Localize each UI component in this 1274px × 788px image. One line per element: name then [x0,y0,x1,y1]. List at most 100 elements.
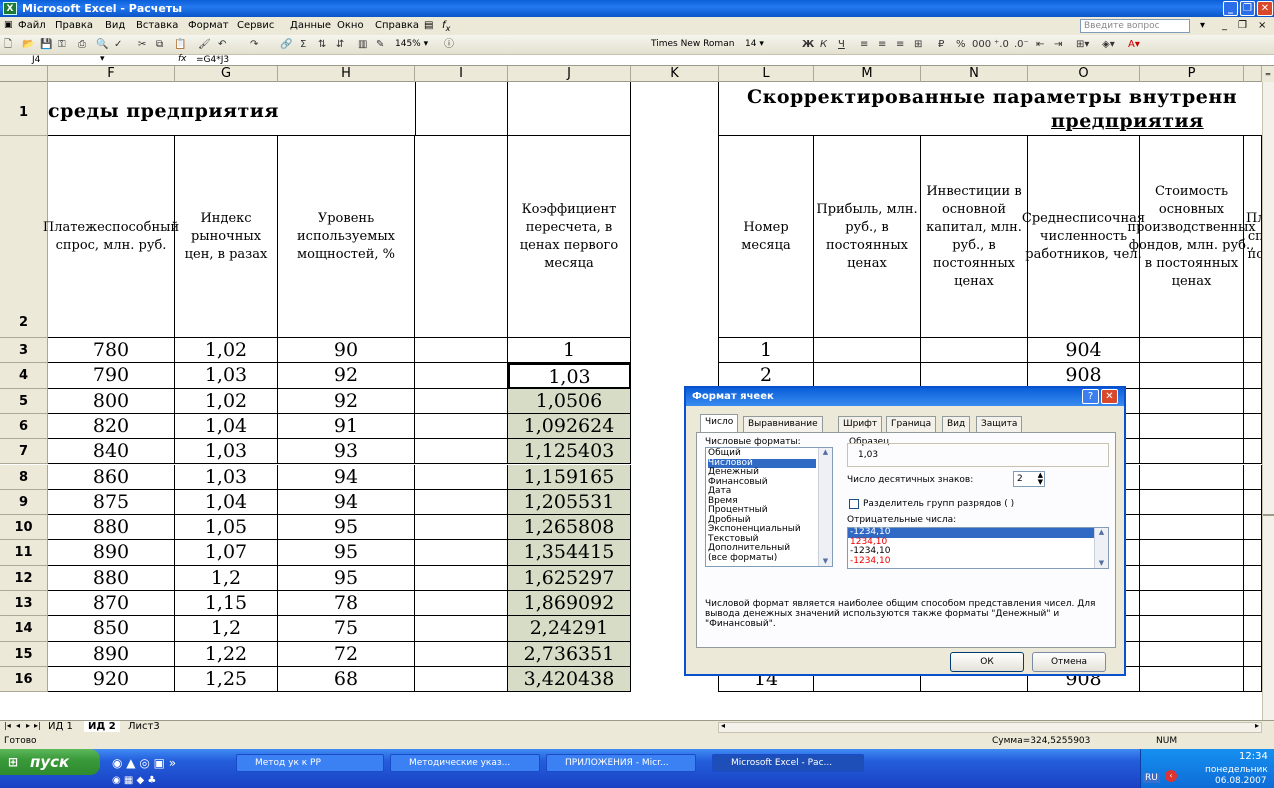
paste-icon[interactable]: 📋 [174,38,186,52]
header-cell-h[interactable]: Уровень используемых мощностей, % [278,136,415,338]
cell-i16[interactable] [415,666,508,693]
chart-icon[interactable]: ▤ [424,20,433,31]
row1-right-title[interactable]: Скорректированные параметры внутренн пред… [719,82,1262,136]
percent-icon[interactable]: % [956,38,966,52]
ok-button[interactable]: ОК [950,652,1024,672]
header-cell-l[interactable]: Номер месяца [719,136,814,338]
header-cell-o[interactable]: Среднесписочная численность работников, … [1022,136,1145,338]
menu-data[interactable]: Данные [290,20,331,31]
cell-g15[interactable]: 1,22 [175,641,278,667]
cell-i14[interactable] [415,616,508,642]
cell-f5[interactable]: 800 [48,388,175,414]
negative-scrollbar[interactable]: ▲ ▼ [1094,528,1108,568]
format-painter-icon[interactable]: 🖌 [198,38,211,52]
cell-g13[interactable]: 1,15 [175,591,278,617]
row-header-6[interactable]: 6 [0,413,48,440]
bold-icon[interactable]: Ж [802,38,814,52]
negative-listbox[interactable]: -1234,10 1234,10 -1234,10 -1234,10 ▲ ▼ [847,527,1109,569]
separator-checkbox[interactable] [849,499,859,509]
tab-border[interactable]: Граница [886,416,937,432]
cell-q6[interactable] [1244,413,1262,440]
tab-scroll-next-icon[interactable]: ▸ [26,721,30,730]
cell-i1[interactable] [415,82,508,136]
thousands-icon[interactable]: 000 [972,38,991,52]
save-icon[interactable]: 💾 [40,38,52,52]
cell-i4[interactable] [415,363,508,389]
row-header-3[interactable]: 3 [0,338,48,364]
cell-j10[interactable]: 1,265808 [508,515,631,541]
font-color-icon[interactable]: A▾ [1128,38,1140,52]
drawing-icon[interactable]: ✎ [376,38,384,52]
spelling-icon[interactable]: ✓ [114,38,122,52]
cell-q11[interactable] [1244,540,1262,566]
row-header-4[interactable]: 4 [0,363,48,389]
close-button[interactable]: ✕ [1257,1,1273,16]
select-all-corner[interactable] [0,66,48,82]
cell-i8[interactable] [415,464,508,490]
font-select[interactable]: Times New Roman [648,38,738,52]
cell-g3[interactable]: 1,02 [175,338,278,364]
header-cell-i[interactable] [415,136,508,338]
cell-j15[interactable]: 2,736351 [508,641,631,667]
cell-f6[interactable]: 820 [48,413,175,440]
cell-j16[interactable]: 3,420438 [508,666,631,693]
sort-asc-icon[interactable]: ⇅ [318,38,326,52]
row-header-16[interactable]: 16 [0,666,48,693]
menu-file[interactable]: Файл [18,20,46,31]
underline-icon[interactable]: Ч [838,38,845,52]
doc-restore-icon[interactable]: ❐ [1238,20,1247,31]
ask-question-input[interactable]: Введите вопрос [1080,19,1190,33]
cell-j3[interactable]: 1 [508,338,631,364]
cell-j13[interactable]: 1,869092 [508,591,631,617]
cell-h8[interactable]: 94 [278,464,415,490]
decrease-indent-icon[interactable]: ⇤ [1036,38,1044,52]
autosum-icon[interactable]: Σ [300,38,306,52]
cell-o3[interactable]: 904 [1028,338,1140,364]
help-icon[interactable]: ⓘ [444,38,454,52]
cut-icon[interactable]: ✂ [138,38,146,52]
cell-h15[interactable]: 72 [278,641,415,667]
tab-alignment[interactable]: Выравнивание [743,416,823,432]
italic-icon[interactable]: К [820,38,827,52]
cell-q14[interactable] [1244,616,1262,642]
cell-p15[interactable] [1140,641,1244,667]
task-prilozheniya[interactable]: ПРИЛОЖЕНИЯ - Micr... [546,754,696,772]
cell-h6[interactable]: 91 [278,413,415,440]
cell-h10[interactable]: 95 [278,515,415,541]
name-box[interactable]: J4 [32,55,40,65]
formats-scrollbar[interactable]: ▲ ▼ [818,448,832,566]
tab-scroll-prev-icon[interactable]: ◂ [16,721,20,730]
cell-i10[interactable] [415,515,508,541]
cell-h12[interactable]: 95 [278,565,415,591]
cell-j6[interactable]: 1,092624 [508,413,631,440]
cell-j14[interactable]: 2,24291 [508,616,631,642]
menu-window[interactable]: Окно [337,20,364,31]
sheet-tab-id2[interactable]: ИД 2 [84,721,120,732]
cell-p16[interactable] [1140,666,1244,693]
horizontal-scrollbar[interactable]: ◂ ▸ [718,721,1262,733]
cell-q7[interactable] [1244,439,1262,465]
cell-k4[interactable] [631,363,719,389]
header-cell-p[interactable]: Стоимость основных производственных фонд… [1127,136,1256,338]
cell-k3[interactable] [631,338,719,364]
borders-icon[interactable]: ⊞▾ [1076,38,1089,52]
cell-i11[interactable] [415,540,508,566]
column-header-q[interactable] [1244,66,1262,82]
new-icon[interactable]: 🗋 [4,38,12,52]
cell-q4[interactable] [1244,363,1262,389]
fx-icon[interactable]: fx [442,20,450,33]
column-header-h[interactable]: H [278,66,415,82]
task-excel[interactable]: Microsoft Excel - Рас... [712,754,864,772]
maximize-button[interactable]: ❐ [1240,1,1255,16]
cell-q16[interactable] [1244,666,1262,693]
print-icon[interactable]: ⎙ [78,38,86,52]
cell-f16[interactable]: 920 [48,666,175,693]
cell-f3[interactable]: 780 [48,338,175,364]
cell-i3[interactable] [415,338,508,364]
cell-j12[interactable]: 1,625297 [508,565,631,591]
tab-number[interactable]: Число [700,414,739,432]
clock-time[interactable]: 12:34 [1239,751,1268,762]
cell-h9[interactable]: 94 [278,489,415,516]
header-cell-g[interactable]: Индекс рыночных цен, в разах [175,136,278,338]
doc-minimize-icon[interactable]: _ [1222,20,1227,31]
